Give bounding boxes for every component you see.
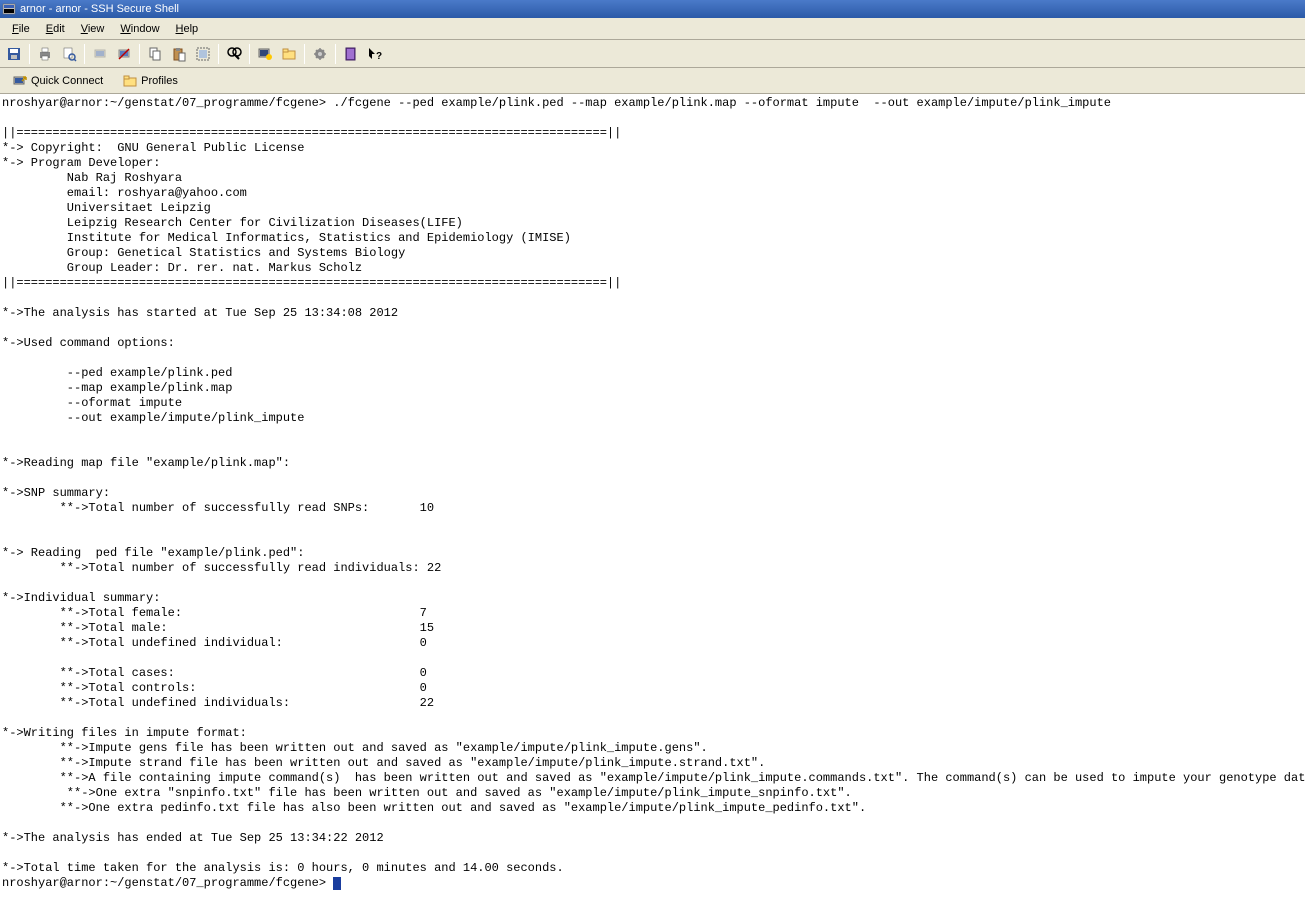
quick-connect-icon (13, 74, 27, 88)
svg-text:?: ? (376, 51, 382, 62)
window-titlebar: arnor - arnor - SSH Secure Shell (0, 0, 1305, 18)
toolbar-separator (139, 44, 140, 64)
new-terminal-button[interactable] (253, 42, 277, 66)
menu-view[interactable]: View (73, 21, 113, 37)
profiles-label: Profiles (141, 75, 178, 87)
toolbar-separator (84, 44, 85, 64)
save-button[interactable] (2, 42, 26, 66)
quick-connect-button[interactable]: Quick Connect (6, 71, 110, 91)
settings-button[interactable] (308, 42, 332, 66)
paste-button[interactable] (167, 42, 191, 66)
terminal-cursor (333, 877, 341, 890)
app-icon (2, 2, 16, 16)
disconnect-button[interactable] (112, 42, 136, 66)
toolbar-separator (218, 44, 219, 64)
connection-toolbar: Quick Connect Profiles (0, 68, 1305, 94)
folder-icon (123, 74, 137, 88)
copy-button[interactable] (143, 42, 167, 66)
menu-file[interactable]: File (4, 21, 38, 37)
connect-button[interactable] (88, 42, 112, 66)
toolbar-separator (335, 44, 336, 64)
window-title: arnor - arnor - SSH Secure Shell (20, 3, 179, 15)
print-button[interactable] (33, 42, 57, 66)
menu-window[interactable]: Window (112, 21, 167, 37)
select-all-button[interactable] (191, 42, 215, 66)
print-preview-button[interactable] (57, 42, 81, 66)
help-topics-button[interactable] (339, 42, 363, 66)
main-toolbar: ? (0, 40, 1305, 68)
menu-bar: File Edit View Window Help (0, 18, 1305, 40)
new-file-transfer-button[interactable] (277, 42, 301, 66)
menu-help[interactable]: Help (168, 21, 207, 37)
menu-edit[interactable]: Edit (38, 21, 73, 37)
profiles-button[interactable]: Profiles (116, 71, 185, 91)
context-help-button[interactable]: ? (363, 42, 387, 66)
toolbar-separator (29, 44, 30, 64)
quick-connect-label: Quick Connect (31, 75, 103, 87)
toolbar-separator (249, 44, 250, 64)
find-button[interactable] (222, 42, 246, 66)
toolbar-separator (304, 44, 305, 64)
terminal-output[interactable]: nroshyar@arnor:~/genstat/07_programme/fc… (0, 94, 1305, 893)
